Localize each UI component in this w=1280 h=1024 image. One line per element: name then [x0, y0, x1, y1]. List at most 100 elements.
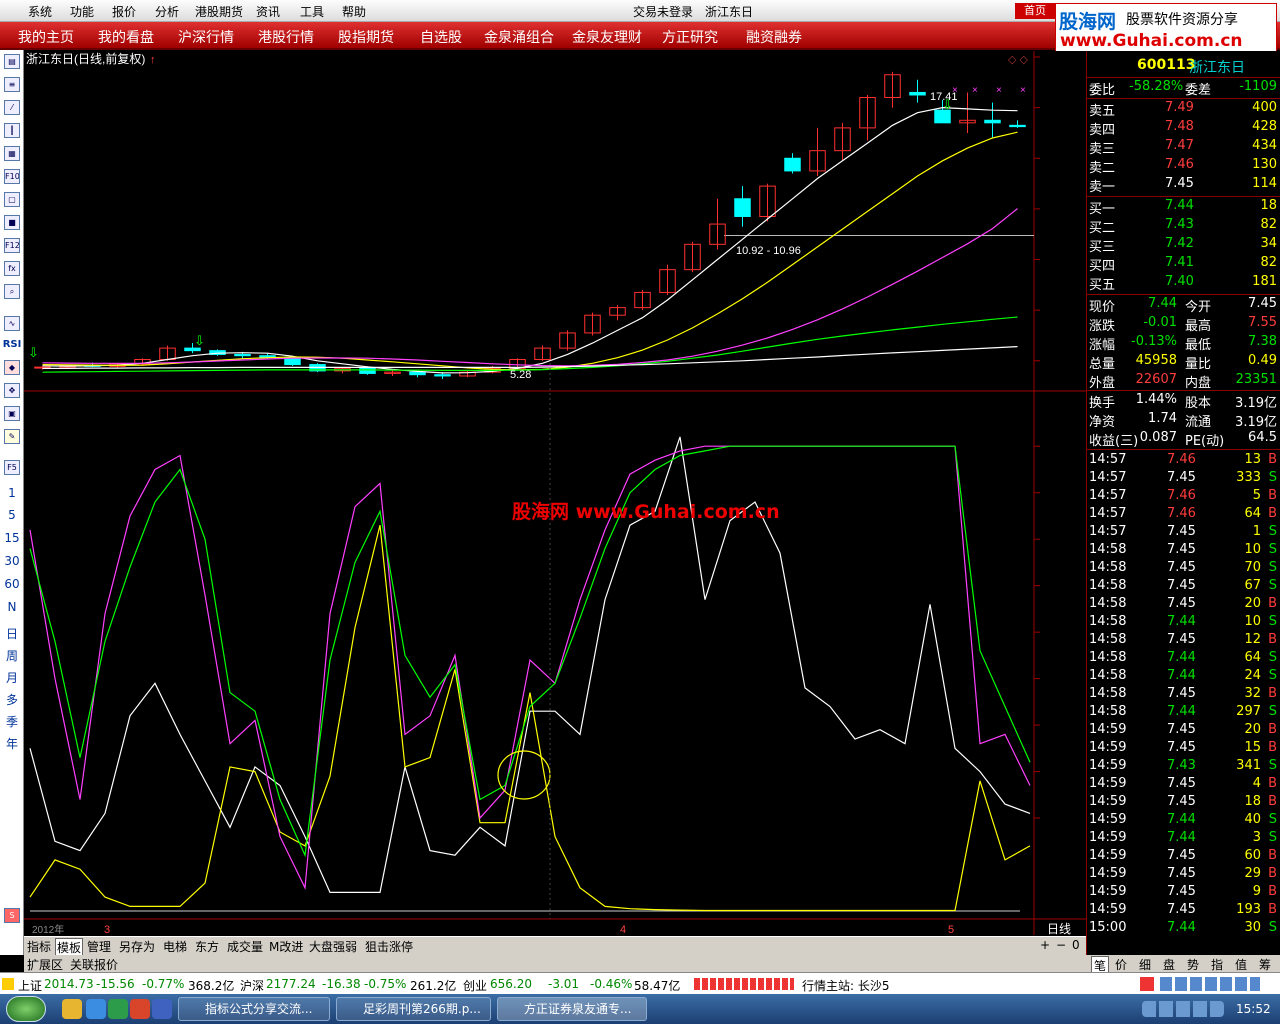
period-30min[interactable]: 30 [0, 554, 24, 568]
nav-hk-market[interactable]: 港股行情 [258, 27, 314, 47]
menu-info[interactable]: 资讯 [256, 3, 280, 20]
indicator-icon[interactable]: ∿ [4, 316, 20, 331]
import-icon[interactable]: ▣ [4, 406, 20, 421]
ask-label: 卖三 [1089, 142, 1116, 157]
tab-extension[interactable]: 扩展区 [27, 956, 63, 973]
quote-tab[interactable]: 盘 [1163, 956, 1175, 973]
zoom-out-button[interactable]: − [1055, 938, 1067, 952]
home-button[interactable]: 首页 [1015, 3, 1055, 19]
rsi-button[interactable]: RSI [0, 339, 24, 350]
input-method-icon[interactable]: S [4, 908, 20, 923]
period-15min[interactable]: 15 [0, 531, 24, 545]
taskbar-item-forum[interactable]: 指标公式分享交流... [178, 997, 330, 1021]
taskbar-item-trading-app[interactable]: 方正证券泉友通专... [497, 997, 647, 1021]
media-icon[interactable] [108, 999, 128, 1019]
folder-icon[interactable] [62, 999, 82, 1019]
ticker-cy-name[interactable]: 创业 [463, 977, 487, 994]
zoom-reset-button[interactable]: 0 [1071, 938, 1081, 952]
news-icon[interactable]: ■ [4, 215, 20, 230]
browser-icon[interactable] [130, 999, 150, 1019]
tray-icons[interactable] [1160, 977, 1260, 991]
tab-elevator[interactable]: 电梯 [162, 938, 188, 955]
nav-my-watch[interactable]: 我的看盘 [98, 27, 154, 47]
quote-tab[interactable]: 值 [1235, 956, 1247, 973]
nav-hs-market[interactable]: 沪深行情 [178, 27, 234, 47]
period-multi[interactable]: 多 [0, 691, 24, 708]
period-1min[interactable]: 1 [0, 486, 24, 500]
draw-pen-icon[interactable]: ✎ [4, 429, 20, 444]
annotation-high: 17.41 [930, 91, 958, 103]
stat-row: 涨跌 -0.01 最高 7.55 [1087, 315, 1280, 334]
nav-watchlist[interactable]: 自选股 [420, 27, 462, 47]
nav-wealth[interactable]: 金泉友理财 [572, 27, 642, 47]
zoom-in-button[interactable]: + [1039, 938, 1051, 952]
start-button[interactable] [6, 996, 46, 1022]
software-icon[interactable] [1140, 977, 1154, 991]
tab-related-quote[interactable]: 关联报价 [70, 956, 118, 973]
taskbar-item-pdf[interactable]: 足彩周刊第266期.p... [336, 997, 491, 1021]
nav-portfolio[interactable]: 金泉涌组合 [484, 27, 554, 47]
show-desktop-icon[interactable] [152, 999, 172, 1019]
bid-volume: 18 [1260, 198, 1277, 213]
period-60min[interactable]: 60 [0, 577, 24, 591]
menu-system[interactable]: 系统 [28, 3, 52, 20]
quote-tab[interactable]: 势 [1187, 956, 1199, 973]
multi-chart-icon[interactable]: ▦ [4, 146, 20, 161]
menu-hk-futures[interactable]: 港股期货 [195, 3, 243, 20]
detail-icon[interactable]: ≡ [4, 77, 20, 92]
info-icon[interactable]: ▢ [4, 192, 20, 207]
candle-body [1009, 124, 1026, 128]
nav-margin[interactable]: 融资融券 [746, 27, 802, 47]
tab-indicator[interactable]: 指标 [26, 938, 52, 955]
menu-help[interactable]: 帮助 [342, 3, 366, 20]
fundamental-value: 3.19亿 [1235, 396, 1277, 411]
menu-analysis[interactable]: 分析 [155, 3, 179, 20]
period-n[interactable]: N [0, 600, 24, 614]
f10-icon[interactable]: F10 [4, 169, 20, 184]
search-icon[interactable]: ⌕ [4, 284, 20, 299]
tab-volume[interactable]: 成交量 [226, 938, 264, 955]
quote-list-icon[interactable]: ▤ [4, 54, 20, 69]
tick-direction: B [1268, 506, 1277, 521]
nav-research[interactable]: 方正研究 [662, 27, 718, 47]
menu-tools[interactable]: 工具 [300, 3, 324, 20]
tab-limit-up[interactable]: 狙击涨停 [364, 938, 414, 955]
quote-tab[interactable]: 指 [1211, 956, 1223, 973]
period-season[interactable]: 季 [0, 713, 24, 730]
windows-taskbar: 指标公式分享交流... 足彩周刊第266期.p... 方正证券泉友通专... 1… [0, 994, 1280, 1024]
system-tray-icons[interactable] [1142, 1001, 1224, 1017]
ticker-sh-name[interactable]: 上证 [18, 977, 42, 994]
kline-icon[interactable]: ┃ [4, 123, 20, 138]
tick-volume: 70 [1244, 560, 1261, 575]
ie-icon[interactable] [86, 999, 106, 1019]
period-5min[interactable]: 5 [0, 508, 24, 522]
move-icon[interactable]: ✥ [4, 383, 20, 398]
period-year[interactable]: 年 [0, 735, 24, 752]
nav-index-futures[interactable]: 股指期货 [338, 27, 394, 47]
alert-icon[interactable] [2, 978, 14, 990]
f12-icon[interactable]: F12 [4, 238, 20, 253]
tab-save-as[interactable]: 另存为 [118, 938, 156, 955]
menu-function[interactable]: 功能 [70, 3, 94, 20]
quote-tab[interactable]: 筹 [1259, 956, 1271, 973]
ticker-hs-name[interactable]: 沪深 [240, 977, 264, 994]
nav-my-home[interactable]: 我的主页 [18, 27, 74, 47]
period-day[interactable]: 日 [0, 625, 24, 642]
f5-button[interactable]: F5 [4, 460, 20, 475]
tick-volume: 10 [1244, 614, 1261, 629]
tab-east[interactable]: 东方 [194, 938, 220, 955]
menu-quote[interactable]: 报价 [112, 3, 136, 20]
tick-row: 14:59 7.44 3 S [1087, 830, 1280, 848]
tab-m-improved[interactable]: M改进 [268, 938, 304, 955]
period-week[interactable]: 周 [0, 647, 24, 664]
bookmark-icon[interactable]: ◆ [4, 360, 20, 375]
quote-tab[interactable]: 价 [1115, 956, 1127, 973]
kline-chart[interactable]: ⇩⇩⇩× × × ×◇ ◇ 浙江东日(日线,前复权) ↑ 10.92 - 10.96 … [24, 51, 1086, 935]
tab-manage[interactable]: 管理 [86, 938, 112, 955]
formula-icon[interactable]: fx [4, 261, 20, 276]
line-chart-icon[interactable]: ⁄ [4, 100, 20, 115]
quote-tab[interactable]: 细 [1139, 956, 1151, 973]
period-month[interactable]: 月 [0, 669, 24, 686]
tab-market-strength[interactable]: 大盘强弱 [308, 938, 358, 955]
server-status: 行情主站: 长沙5 [802, 979, 890, 993]
